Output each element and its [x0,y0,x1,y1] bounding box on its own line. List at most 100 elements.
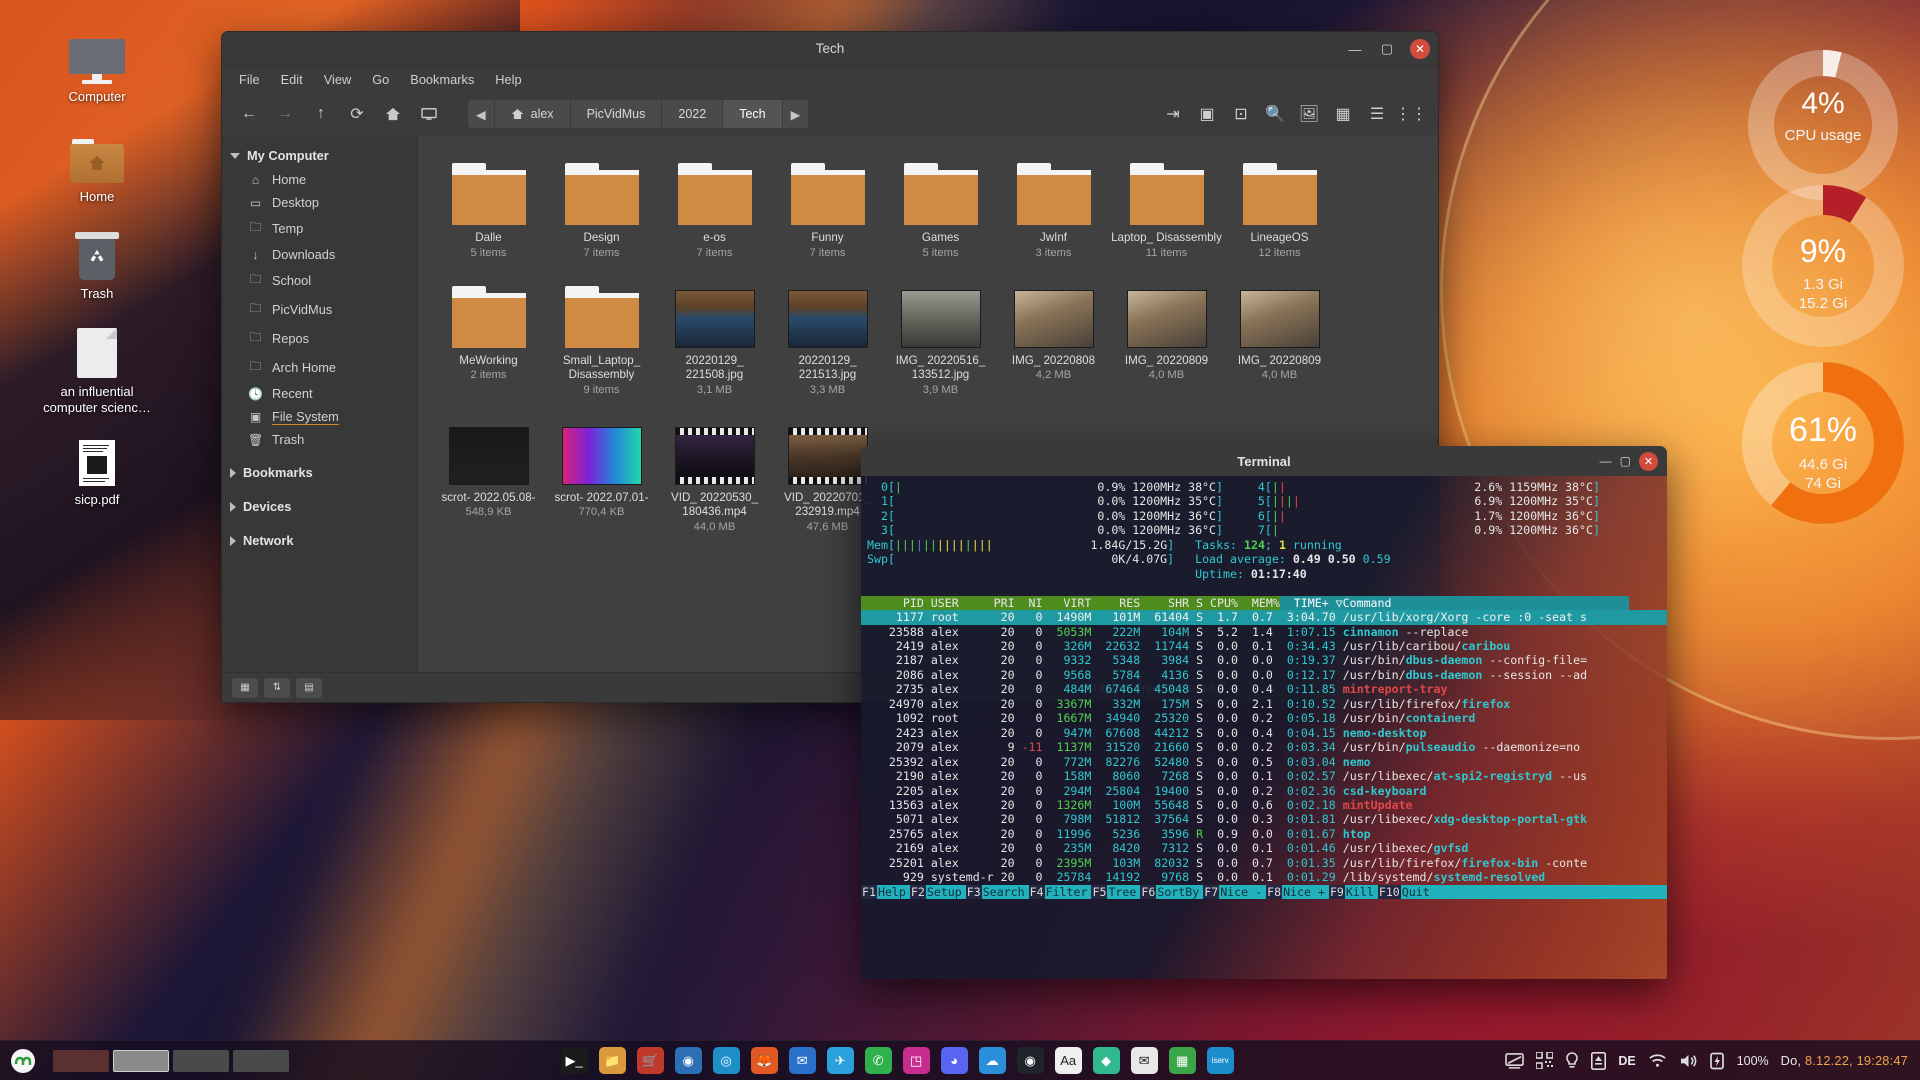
sidebar-group-my-computer[interactable]: My Computer [222,143,417,168]
keyboard-layout[interactable]: DE [1618,1054,1635,1068]
file-grid-folder[interactable]: LineageOS 12 items [1224,149,1335,260]
workspace-switcher[interactable] [53,1049,289,1072]
htop-fkey-label[interactable]: Nice + [1282,884,1329,900]
clock[interactable]: Do, 8.12.22, 19:28:47 [1781,1053,1908,1068]
file-grid-file[interactable]: scrot- 2022.07.01- 770,4 KB [546,409,657,534]
htop-process-row[interactable]: 5071 alex 20 0 798M 51812 37564 S 0.0 0.… [861,812,1667,826]
split-view-icon[interactable]: ⇥ [1158,100,1188,128]
htop-fkey[interactable]: F3 [965,884,982,900]
launcher-bar[interactable]: ▶_ 📁 🛒 ◉ ◎ 🦊 ✉ ✈ ✆ ◳ ◕ ☁ ◉ Aa ◆ ✉ ▦ iserv [560,1047,1234,1074]
system-tray[interactable]: DE 100% Do, 8.12.22, 19:28:47 [1505,1051,1920,1070]
toolbar[interactable]: ← → ↑ ⟳ ◀ alex PicVidMus 2022 Tech ▶ ⇥ ▣… [222,93,1438,135]
htop-process-list[interactable]: 1177 root 20 0 1490M 101M 61404 S 1.7 0.… [861,610,1667,885]
file-grid-folder[interactable]: Small_Laptop_ Disassembly 9 items [546,272,657,397]
htop-process-row[interactable]: 25765 alex 20 0 11996 5236 3596 R 0.9 0.… [861,827,1667,841]
launcher-whatsapp[interactable]: ✆ [864,1047,892,1074]
launcher-onedrive[interactable]: ☁ [978,1047,1006,1074]
htop-process-row[interactable]: 24970 alex 20 0 3367M 332M 175M S 0.0 2.… [861,697,1667,711]
menu-bookmarks[interactable]: Bookmarks [410,72,474,87]
file-grid-file[interactable]: 20220129_ 221513.jpg 3,3 MB [772,272,883,397]
htop-fkey[interactable]: F2 [909,884,926,900]
htop-process-row[interactable]: 2423 alex 20 0 947M 67608 44212 S 0.0 0.… [861,726,1667,740]
sidebar-item-school[interactable]: 🗀 School [222,266,417,295]
bulb-icon[interactable] [1565,1051,1579,1070]
file-grid-file[interactable]: IMG_ 20220808 4,2 MB [998,272,1109,397]
htop-fkey[interactable]: F7 [1203,884,1220,900]
menu-file[interactable]: File [239,72,260,87]
breadcrumb-scroll-left[interactable]: ◀ [468,100,495,128]
icon-view-toggle[interactable]: ▦ [232,677,258,698]
launcher-software-manager[interactable]: 🛒 [636,1047,664,1074]
menu-bar[interactable]: File Edit View Go Bookmarks Help [222,66,1438,93]
desktop-icon-home[interactable]: Home [37,125,157,205]
htop-fkey-label[interactable]: Setup [925,884,966,900]
sidebar-item-arch-home[interactable]: 🗀 Arch Home [222,353,417,382]
maximize-button[interactable]: ▢ [1372,36,1402,62]
menu-help[interactable]: Help [495,72,521,87]
htop-fkey-label[interactable]: Nice - [1219,884,1267,900]
htop-fkey[interactable]: F9 [1328,884,1345,900]
sidebar-item-trash[interactable]: 🗑 Trash [222,428,417,451]
file-grid-folder[interactable]: JwInf 3 items [998,149,1109,260]
terminal-maximize-button[interactable]: ▢ [1620,454,1631,468]
launcher-terminal[interactable]: ▶_ [560,1047,588,1074]
htop-fkey[interactable]: F6 [1140,884,1157,900]
file-grid-folder[interactable]: Design 7 items [546,149,657,260]
sidebar-group-devices[interactable]: Devices [222,494,417,519]
desktop-icon-trash[interactable]: Trash [37,222,157,302]
qr-icon[interactable] [1536,1052,1554,1069]
terminal-close-button[interactable]: ✕ [1639,451,1658,471]
options-toggle[interactable]: ▤ [296,677,322,698]
htop-column-header[interactable]: PID USER PRI NI VIRT RES SHR S CPU% MEM%… [861,595,1667,610]
sidebar-item-repos[interactable]: 🗀 Repos [222,324,417,353]
htop-process-row[interactable]: 2205 alex 20 0 294M 25804 19400 S 0.0 0.… [861,784,1667,798]
launcher-telegram[interactable]: ✈ [826,1047,854,1074]
htop-fkey[interactable]: F8 [1266,884,1283,900]
launcher-sublime[interactable]: ◆ [1092,1047,1120,1074]
launcher-discord[interactable]: ◕ [940,1047,968,1074]
toolbar-right[interactable]: ⇥ ▣ ⊡ 🔍 🖼 ▦ ☰ ⋮⋮ [1158,100,1427,128]
file-grid-folder[interactable]: Dalle 5 items [433,149,544,260]
terminal-window[interactable]: Terminal — ▢ ✕ 0[| 0.9% 1200MHz 38°C] 4[… [861,446,1667,979]
htop-process-row[interactable]: 929 systemd-r 20 0 25784 14192 9768 S 0.… [861,870,1667,884]
terminal-minimize-button[interactable]: — [1600,454,1612,468]
close-button[interactable]: ✕ [1410,39,1430,59]
htop-function-bar[interactable]: F1 Help F2 Setup F3 Search F4 Filter F5 Tree F6 Sor… [861,884,1667,900]
file-grid-folder[interactable]: e-os 7 items [659,149,770,260]
image-icon[interactable]: 🖼 [1294,100,1324,128]
menu-edit[interactable]: Edit [281,72,303,87]
sidebar-group-network[interactable]: Network [222,528,417,553]
launcher-font-viewer[interactable]: Aa [1054,1047,1082,1074]
menu-view[interactable]: View [324,72,352,87]
sidebar-item-file-system[interactable]: ▣ File System [222,405,417,428]
htop-fkey-label[interactable]: Tree [1107,884,1141,900]
sidebar-item-recent[interactable]: 🕓 Recent [222,382,417,405]
home-icon[interactable] [378,100,408,128]
taskbar-panel[interactable]: ▶_ 📁 🛒 ◉ ◎ 🦊 ✉ ✈ ✆ ◳ ◕ ☁ ◉ Aa ◆ ✉ ▦ iserv DE 100% Do, 8.1… [0,1040,1920,1080]
htop-process-row[interactable]: 2169 alex 20 0 235M 8420 7312 S 0.0 0.1 … [861,841,1667,855]
back-button[interactable]: ← [234,100,264,128]
up-button[interactable]: ↑ [306,100,336,128]
compact-view-icon[interactable]: ⋮⋮ [1395,100,1427,128]
launcher-browser-edge[interactable]: ◎ [712,1047,740,1074]
sidebar-item-temp[interactable]: 🗀 Temp [222,214,417,243]
panel-left[interactable] [0,1044,289,1078]
minimize-button[interactable]: — [1340,36,1370,62]
htop-process-row[interactable]: 25201 alex 20 0 2395M 103M 82032 S 0.0 0… [861,856,1667,870]
htop-process-row[interactable]: 2190 alex 20 0 158M 8060 7268 S 0.0 0.1 … [861,769,1667,783]
launcher-thunderbird[interactable]: ✉ [788,1047,816,1074]
htop-process-row[interactable]: 2079 alex 9 -11 1137M 31520 21660 S 0.0 … [861,740,1667,754]
file-grid-folder[interactable]: MeWorking 2 items [433,272,544,397]
file-grid-file[interactable]: scrot- 2022.05.08- 548,9 KB [433,409,544,534]
htop-process-row[interactable]: 23588 alex 20 0 5053M 222M 104M S 5.2 1.… [861,625,1667,639]
file-grid-folder[interactable]: Games 5 items [885,149,996,260]
desktop-icon-document[interactable]: an influential computer scienc… [37,320,157,416]
sidebar-group-bookmarks[interactable]: Bookmarks [222,460,417,485]
forward-button[interactable]: → [270,100,300,128]
workspace-1[interactable] [53,1049,109,1072]
eject-icon[interactable] [1591,1051,1607,1070]
htop-process-row[interactable]: 2735 alex 20 0 484M 67464 45048 S 0.0 0.… [861,682,1667,696]
htop-process-row[interactable]: 1177 root 20 0 1490M 101M 61404 S 1.7 0.… [861,610,1667,625]
search-icon[interactable]: 🔍 [1260,100,1290,128]
sidebar-item-picvidmus[interactable]: 🗀 PicVidMus [222,295,417,324]
